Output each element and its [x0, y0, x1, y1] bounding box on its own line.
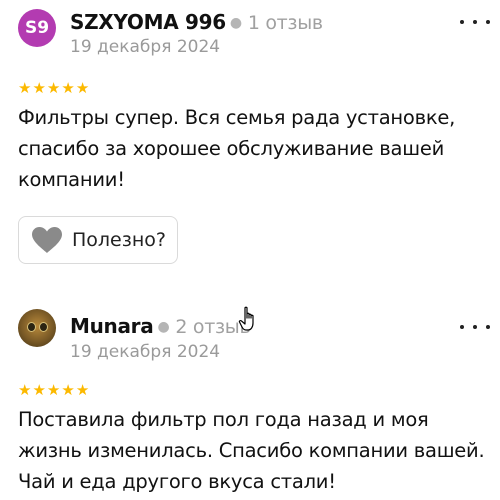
rating-stars: ★ ★ ★ ★ ★ — [18, 81, 89, 96]
heart-icon — [31, 226, 63, 254]
more-dot — [486, 325, 490, 329]
star-icon: ★ — [18, 381, 32, 399]
star-icon: ★ — [61, 381, 75, 399]
avatar-photo-detail — [39, 322, 48, 332]
review-text: Поставила фильтр пол года назад и моя жи… — [18, 408, 485, 493]
more-dots-icon — [460, 20, 464, 24]
star-icon: ★ — [75, 79, 90, 97]
hand-pointer-icon — [238, 306, 260, 332]
avatar-photo-detail — [27, 322, 36, 332]
more-dot — [473, 20, 477, 24]
more-dot — [473, 325, 477, 329]
review-date: 19 декабря 2024 — [70, 37, 221, 57]
author-name[interactable]: SZXYOMA 996 — [70, 10, 226, 34]
more-options-button[interactable] — [460, 317, 490, 337]
star-icon: ★ — [18, 79, 32, 97]
review-count[interactable]: 1 отзыв — [248, 12, 323, 34]
rating-stars: ★ ★ ★ ★ ★ — [18, 383, 89, 398]
star-icon: ★ — [32, 381, 46, 399]
star-icon: ★ — [75, 381, 90, 399]
more-dots-icon — [460, 325, 464, 329]
avatar[interactable]: S9 — [18, 9, 56, 47]
author-line: SZXYOMA 996 ● 1 отзыв — [70, 10, 323, 34]
more-dot — [486, 20, 490, 24]
star-icon: ★ — [61, 79, 75, 97]
star-icon: ★ — [32, 79, 46, 97]
avatar[interactable] — [18, 309, 56, 347]
author-name[interactable]: Munara — [70, 314, 154, 338]
review-date: 19 декабря 2024 — [70, 342, 221, 362]
star-icon: ★ — [46, 381, 61, 399]
helpful-label: Полезно? — [72, 229, 166, 251]
star-icon: ★ — [46, 79, 61, 97]
separator-dot: ● — [157, 319, 170, 335]
more-options-button[interactable] — [460, 12, 490, 32]
helpful-button[interactable]: Полезно? — [18, 216, 178, 264]
separator-dot: ● — [229, 15, 242, 31]
avatar-initials: S9 — [24, 18, 50, 38]
author-line: Munara ● 2 отзыв — [70, 314, 251, 338]
review-text: Фильтры супер. Вся семья рада установке,… — [18, 106, 456, 191]
